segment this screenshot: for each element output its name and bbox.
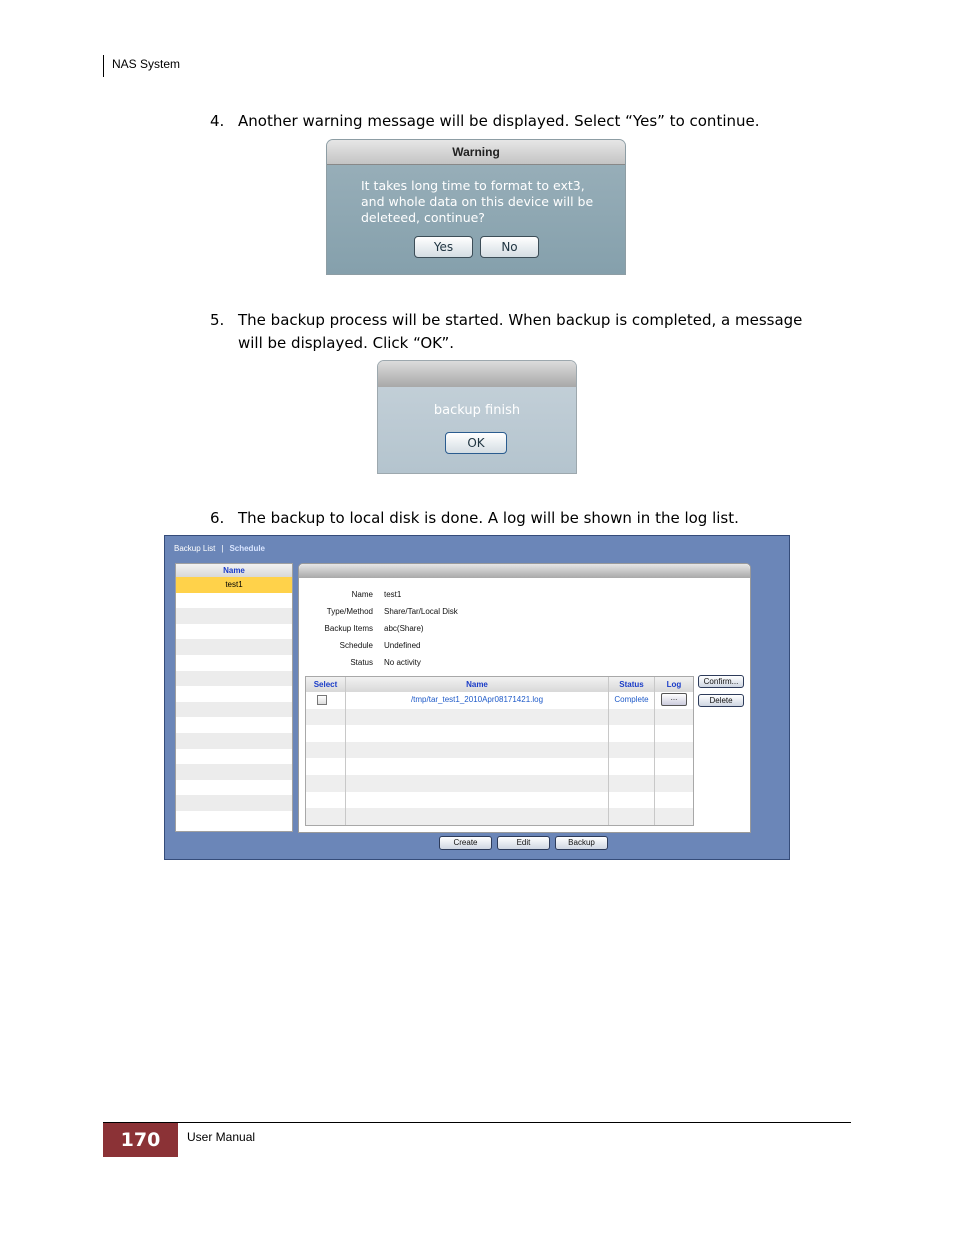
confirm-button[interactable]: Confirm...: [698, 675, 744, 688]
column-divider: [345, 677, 346, 825]
tab-bar: Backup List | Schedule: [174, 544, 265, 553]
header-rule: [103, 55, 104, 77]
list-row-empty: [176, 608, 292, 624]
tab-schedule[interactable]: Schedule: [229, 544, 265, 553]
list-row-empty: [176, 717, 292, 733]
table-row-empty: [306, 808, 693, 825]
table-row-empty: [306, 725, 693, 742]
list-row-empty: [176, 732, 292, 749]
log-file-name[interactable]: /tmp/tar_test1_2010Apr08171421.log: [346, 694, 608, 706]
log-table: Select Name Status Log /tmp/tar_test1_20…: [305, 676, 694, 826]
backup-finish-dialog: backup finish OK: [378, 361, 576, 473]
step-5: 5. The backup process will be started. W…: [210, 309, 850, 355]
list-row-empty: [176, 749, 292, 765]
list-row-empty: [176, 701, 292, 718]
table-row-empty: [306, 792, 693, 809]
dialog-title: Warning: [327, 140, 625, 165]
table-row[interactable]: /tmp/tar_test1_2010Apr08171421.log Compl…: [306, 692, 693, 709]
step-number: 4.: [210, 112, 225, 130]
step-text: The backup to local disk is done. A log …: [238, 509, 739, 527]
footer-rule: [103, 1122, 851, 1123]
step-text-line2: will be displayed. Click “OK”.: [238, 334, 455, 352]
list-row-empty: [176, 780, 292, 796]
backup-list: Name test1: [175, 563, 293, 832]
tab-backup-list[interactable]: Backup List: [174, 544, 215, 553]
list-header: Name: [176, 564, 292, 577]
list-row-empty: [176, 670, 292, 687]
list-item[interactable]: test1: [176, 577, 292, 593]
message-line: It takes long time to format to ext3,: [361, 178, 585, 193]
table-row-empty: [306, 708, 693, 726]
col-status: Status: [609, 677, 654, 692]
dialog-message: It takes long time to format to ext3, an…: [361, 178, 611, 226]
list-row-empty: [176, 655, 292, 671]
col-select: Select: [306, 677, 345, 692]
ok-button[interactable]: OK: [445, 432, 507, 454]
detail-status-value: No activity: [384, 658, 421, 667]
table-row-empty: [306, 775, 693, 792]
backup-panel: Backup List | Schedule Name test1 Name tes…: [164, 535, 790, 860]
step-number: 5.: [210, 311, 225, 329]
detail-type-value: Share/Tar/Local Disk: [384, 607, 458, 616]
view-log-button[interactable]: ...: [661, 693, 687, 706]
col-log: Log: [655, 677, 693, 692]
step-text: Another warning message will be displaye…: [238, 112, 760, 130]
header-title: NAS System: [112, 57, 181, 71]
log-status: Complete: [614, 695, 649, 704]
step-number: 6.: [210, 509, 225, 527]
list-row-empty: [176, 624, 292, 640]
detail-schedule-value: Undefined: [384, 641, 421, 650]
column-divider: [654, 677, 655, 825]
message-line: and whole data on this device will be: [361, 194, 594, 209]
list-row-empty: [176, 593, 292, 609]
list-row-empty: [176, 639, 292, 655]
detail-name-value: test1: [384, 590, 402, 599]
warning-dialog: Warning It takes long time to format to …: [327, 140, 625, 274]
list-row-empty: [176, 795, 292, 811]
delete-button[interactable]: Delete: [698, 694, 744, 707]
page-number: 170: [103, 1123, 178, 1157]
list-row-empty: [176, 764, 292, 780]
column-divider: [608, 677, 609, 825]
list-row-empty: [176, 686, 292, 702]
yes-button[interactable]: Yes: [414, 236, 473, 258]
table-row-empty: [306, 758, 693, 775]
no-button[interactable]: No: [480, 236, 539, 258]
backup-details: Name test1 Type/Method Share/Tar/Local D…: [298, 563, 751, 833]
tab-separator: |: [221, 544, 224, 553]
list-row-empty: [176, 811, 292, 827]
message-line: deleteed, continue?: [361, 210, 485, 225]
select-checkbox[interactable]: [317, 695, 327, 705]
table-row-empty: [306, 741, 693, 759]
step-text: The backup process will be started. When…: [238, 311, 803, 329]
edit-button[interactable]: Edit: [497, 836, 550, 850]
dialog-message: backup finish: [433, 403, 521, 418]
details-titlebar: [299, 564, 750, 578]
detail-items-value: abc(Share): [384, 624, 424, 633]
create-button[interactable]: Create: [439, 836, 492, 850]
footer-label: User Manual: [187, 1130, 256, 1144]
backup-button[interactable]: Backup: [555, 836, 608, 850]
dialog-titlebar: [378, 361, 576, 387]
col-name: Name: [346, 677, 608, 692]
